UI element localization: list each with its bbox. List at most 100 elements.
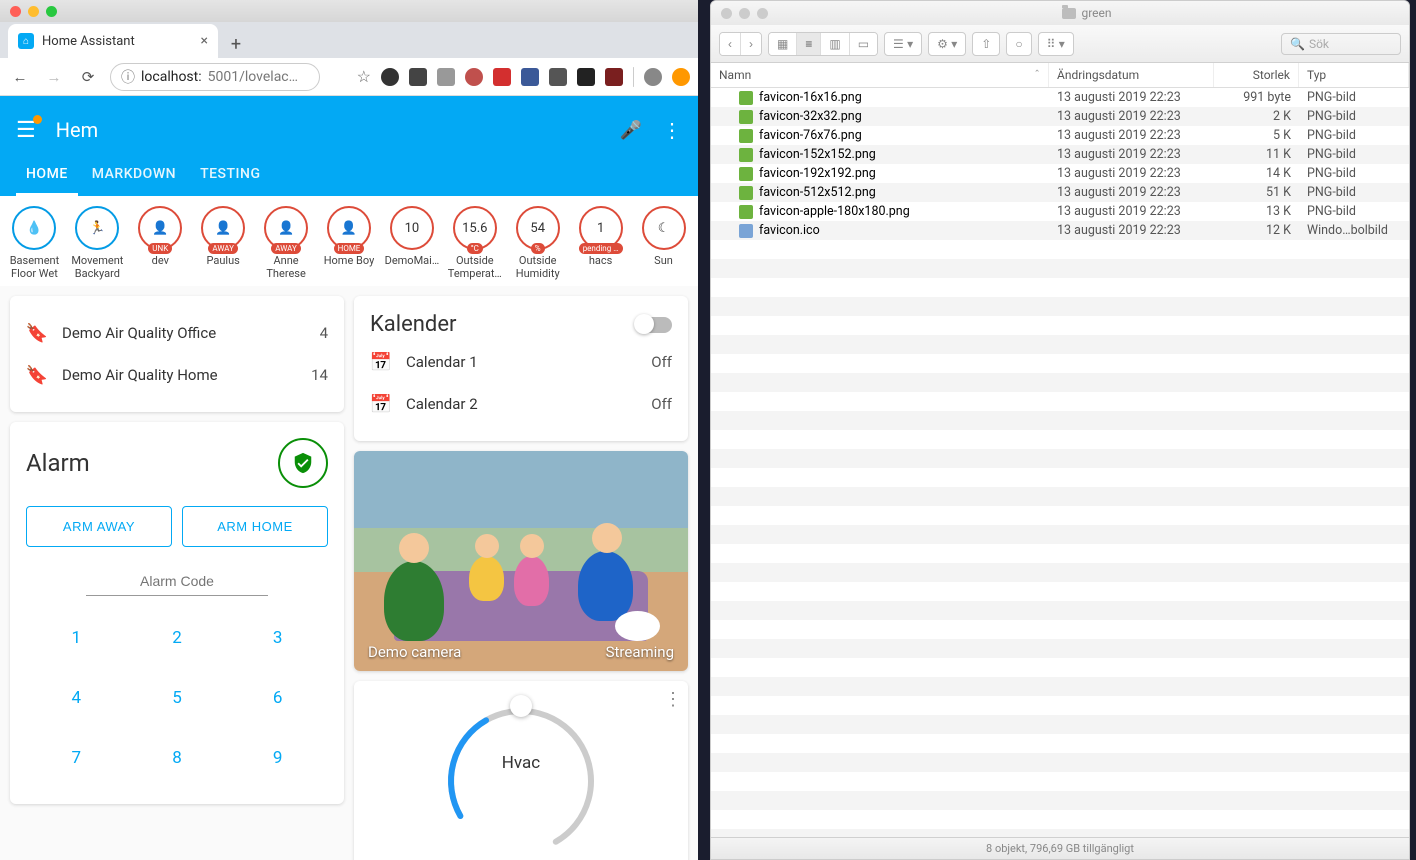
file-row[interactable]: favicon-512x512.png13 augusti 2019 22:23… <box>711 183 1409 202</box>
badge-8[interactable]: 54%Outside Humidity <box>508 206 568 280</box>
keypad-7[interactable]: 7 <box>26 728 127 788</box>
arm-home-button[interactable]: ARM HOME <box>182 506 328 547</box>
ext-icon-orange[interactable] <box>672 68 690 86</box>
badge-9[interactable]: 1pending …hacs <box>571 206 631 280</box>
share-button[interactable]: ⇧ <box>972 32 1000 56</box>
alarm-code-input[interactable] <box>86 567 267 596</box>
arm-away-button[interactable]: ARM AWAY <box>26 506 172 547</box>
window-maximize[interactable] <box>46 6 57 17</box>
keypad-6[interactable]: 6 <box>227 668 328 728</box>
camera-card[interactable]: Demo camera Streaming <box>354 451 688 671</box>
entity-row[interactable]: 🔖Demo Air Quality Home14 <box>26 354 328 396</box>
file-icon <box>739 148 753 162</box>
finder-close[interactable] <box>721 8 732 19</box>
back-button[interactable]: ← <box>8 68 32 86</box>
view-list[interactable]: ≡ <box>797 33 821 55</box>
reload-button[interactable]: ⟳ <box>76 68 100 86</box>
file-icon <box>739 110 753 124</box>
hvac-menu-icon[interactable]: ⋮ <box>664 689 682 710</box>
ext-icon-4[interactable] <box>465 68 483 86</box>
empty-row <box>711 658 1409 677</box>
keypad-4[interactable]: 4 <box>26 668 127 728</box>
hvac-dial[interactable]: Hvac <box>441 701 601 860</box>
hvac-knob[interactable] <box>510 695 532 717</box>
ext-icon-3[interactable] <box>437 68 455 86</box>
window-minimize[interactable] <box>28 6 39 17</box>
badge-0[interactable]: 💧Basement Floor Wet <box>4 206 64 280</box>
finder-forward[interactable]: › <box>741 33 761 55</box>
tags-button[interactable]: ○ <box>1006 32 1031 56</box>
arrange-button[interactable]: ☰ ▾ <box>884 32 922 56</box>
badge-10[interactable]: ☾Sun <box>634 206 694 280</box>
badge-1[interactable]: 🏃Movement Backyard <box>67 206 127 280</box>
col-name[interactable]: Namn ˆ <box>711 63 1049 87</box>
profile-avatar[interactable] <box>644 68 662 86</box>
page-title: Hem <box>56 118 600 142</box>
calendar-row[interactable]: 📅Calendar 2Off <box>370 383 672 425</box>
entity-row[interactable]: 🔖Demo Air Quality Office4 <box>26 312 328 354</box>
view-gallery[interactable]: ▭ <box>850 33 877 55</box>
bookmark-star-icon[interactable]: ☆ <box>357 67 371 86</box>
view-columns[interactable]: ▥ <box>821 33 849 55</box>
url-bar[interactable]: ⓘ localhost:5001/lovelac… <box>110 63 320 91</box>
kebab-icon[interactable]: ⋮ <box>662 118 682 142</box>
new-tab-button[interactable]: + <box>222 30 250 58</box>
col-date[interactable]: Ändringsdatum <box>1049 63 1214 87</box>
keypad-9[interactable]: 9 <box>227 728 328 788</box>
browser-tab-active[interactable]: ⌂ Home Assistant × <box>8 24 218 58</box>
ext-icon-2[interactable] <box>409 68 427 86</box>
finder-minimize[interactable] <box>739 8 750 19</box>
badge-3[interactable]: 👤AWAYPaulus <box>193 206 253 280</box>
file-row[interactable]: favicon-76x76.png13 augusti 2019 22:235 … <box>711 126 1409 145</box>
keypad-8[interactable]: 8 <box>127 728 228 788</box>
badge-4[interactable]: 👤AWAYAnne Therese <box>256 206 316 280</box>
file-row[interactable]: favicon.ico13 augusti 2019 22:2312 KWind… <box>711 221 1409 240</box>
mic-icon[interactable]: 🎤 <box>620 120 642 141</box>
keypad-5[interactable]: 5 <box>127 668 228 728</box>
forward-button[interactable]: → <box>42 68 66 86</box>
file-icon <box>739 167 753 181</box>
badge-2[interactable]: 👤UNKdev <box>130 206 190 280</box>
badge-6[interactable]: 10DemoMai… <box>382 206 442 280</box>
keypad-3[interactable]: 3 <box>227 608 328 668</box>
tab-home[interactable]: HOME <box>16 154 78 196</box>
calendar-card: Kalender 📅Calendar 1Off📅Calendar 2Off <box>354 296 688 441</box>
dropbox-button[interactable]: ⠿ ▾ <box>1038 32 1074 56</box>
empty-row <box>711 563 1409 582</box>
ext-icon-6[interactable] <box>549 68 567 86</box>
window-close[interactable] <box>10 6 21 17</box>
alarm-keypad: 123 456 789 <box>26 608 328 788</box>
menu-icon[interactable]: ☰ <box>16 118 36 143</box>
ext-icon-5[interactable] <box>521 68 539 86</box>
badge-7[interactable]: 15.6°COutside Temperat… <box>445 206 505 280</box>
tab-markdown[interactable]: MARKDOWN <box>82 154 186 196</box>
ext-icon-8[interactable] <box>605 68 623 86</box>
tab-close-icon[interactable]: × <box>201 33 208 49</box>
camera-name: Demo camera <box>368 643 461 661</box>
empty-row <box>711 525 1409 544</box>
action-button[interactable]: ⚙ ▾ <box>928 32 966 56</box>
ext-icon-7[interactable] <box>577 68 595 86</box>
file-row[interactable]: favicon-32x32.png13 augusti 2019 22:232 … <box>711 107 1409 126</box>
ext-icon-1[interactable] <box>381 68 399 86</box>
calendar-toggle[interactable] <box>636 317 672 333</box>
finder-maximize[interactable] <box>757 8 768 19</box>
keypad-1[interactable]: 1 <box>26 608 127 668</box>
site-info-icon[interactable]: ⓘ <box>121 67 135 87</box>
keypad-2[interactable]: 2 <box>127 608 228 668</box>
view-icons[interactable]: ▦ <box>769 33 797 55</box>
tab-testing[interactable]: TESTING <box>190 154 270 196</box>
finder-column-headers: Namn ˆ Ändringsdatum Storlek Typ <box>711 63 1409 88</box>
finder-back[interactable]: ‹ <box>720 33 741 55</box>
col-type[interactable]: Typ <box>1299 63 1409 87</box>
url-host: localhost: <box>141 69 202 85</box>
col-size[interactable]: Storlek <box>1214 63 1299 87</box>
file-row[interactable]: favicon-152x152.png13 augusti 2019 22:23… <box>711 145 1409 164</box>
ext-icon-ublock[interactable] <box>493 68 511 86</box>
finder-search[interactable]: 🔍 Sök <box>1281 33 1401 55</box>
file-row[interactable]: favicon-16x16.png13 augusti 2019 22:2399… <box>711 88 1409 107</box>
file-row[interactable]: favicon-apple-180x180.png13 augusti 2019… <box>711 202 1409 221</box>
calendar-row[interactable]: 📅Calendar 1Off <box>370 341 672 383</box>
badge-5[interactable]: 👤HOMEHome Boy <box>319 206 379 280</box>
file-row[interactable]: favicon-192x192.png13 augusti 2019 22:23… <box>711 164 1409 183</box>
